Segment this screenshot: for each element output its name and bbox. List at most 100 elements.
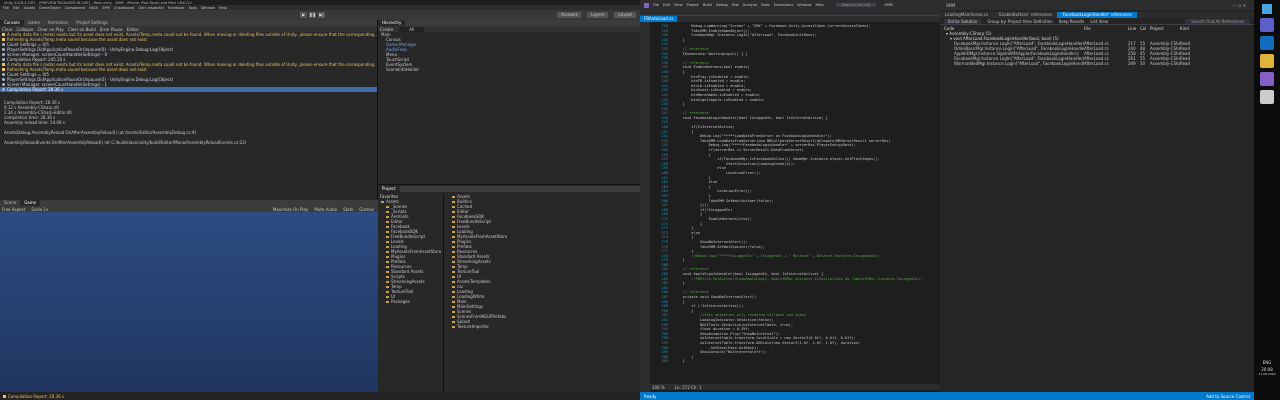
vs-menu-file[interactable]: File xyxy=(653,3,659,7)
start-icon[interactable] xyxy=(1262,4,1272,14)
column-header-col[interactable]: Col xyxy=(1140,26,1150,31)
folder-icon xyxy=(381,200,384,203)
aspect-dropdown[interactable]: Free Aspect xyxy=(2,207,25,212)
code-text: void FacebookLoginHandler(bool IsLoggedI… xyxy=(674,115,828,120)
column-header-project[interactable]: Project xyxy=(1150,26,1180,31)
unity-title: Unity 2018.4.23f1 - [PREVIEW PACKAGES IN… xyxy=(4,0,193,5)
game-view[interactable] xyxy=(0,212,378,392)
project-tree-item[interactable]: Packages xyxy=(378,299,443,304)
folder-icon xyxy=(452,200,455,203)
vs-menu-analyze[interactable]: Analyze xyxy=(743,3,757,7)
vs-menu-project[interactable]: Project xyxy=(687,3,699,7)
vs-menu-view[interactable]: View xyxy=(674,3,683,7)
hierarchy-search[interactable]: All xyxy=(399,26,425,32)
list-view-toggle[interactable]: List View xyxy=(1090,19,1108,24)
layout-dropdown[interactable]: Layout xyxy=(614,12,636,18)
language-indicator[interactable]: ENG xyxy=(1254,360,1280,365)
zoom-level[interactable]: 100 % xyxy=(652,385,665,390)
vs-menu-test[interactable]: Test xyxy=(732,3,739,7)
mail-icon[interactable] xyxy=(1260,36,1274,50)
unity-menu-window[interactable]: Window xyxy=(201,6,215,10)
column-header-file[interactable]: File xyxy=(1084,26,1128,31)
tab-game[interactable]: Game xyxy=(20,200,41,206)
refs-status-bar: Add to Source Control xyxy=(940,392,1254,400)
tab-animation[interactable]: Animation xyxy=(44,20,72,26)
unity-icon[interactable] xyxy=(1260,90,1274,104)
clear-on-build-toggle[interactable]: Clear on Build xyxy=(68,27,96,32)
column-header-kind[interactable]: Kind xyxy=(1180,26,1200,31)
unity-menu-edit[interactable]: Edit xyxy=(13,6,20,10)
code-text: IEnumerator WaitingLogin() { } xyxy=(674,51,748,56)
clear-button[interactable]: Clear xyxy=(2,27,12,32)
hierarchy-create-button[interactable]: Create xyxy=(380,27,393,32)
unity-menu-spir[interactable]: SPIR xyxy=(102,6,110,10)
vs-menu-edit[interactable]: Edit xyxy=(663,3,670,7)
unity-menu-facebook[interactable]: Facebook xyxy=(168,6,184,10)
chrome-icon[interactable] xyxy=(1260,54,1274,68)
maximize-toggle[interactable]: Maximize On Play xyxy=(273,207,309,212)
unity-menu-help[interactable]: Help xyxy=(219,6,227,10)
unity-menu-cheatboard[interactable]: Cheatboard xyxy=(114,6,134,10)
collapse-button[interactable]: Collapse xyxy=(16,27,33,32)
folder-icon xyxy=(386,240,389,243)
refs-tab[interactable]: LoadingMainScene.cs xyxy=(940,12,993,18)
column-header-code[interactable]: Code xyxy=(944,26,1084,31)
play-button[interactable]: ▶ xyxy=(300,12,307,18)
stats-toggle[interactable]: Stats xyxy=(343,207,353,212)
pause-button[interactable]: ❚❚ xyxy=(309,12,316,18)
unity-menu-component[interactable]: Component xyxy=(65,6,85,10)
source-control-button[interactable]: Add to Source Control xyxy=(1206,394,1250,399)
code-text: ShowAnimation.Play("ShowNoInternet"); xyxy=(674,331,781,336)
folder-icon xyxy=(452,265,455,268)
unity-menu-assets[interactable]: Assets xyxy=(24,6,35,10)
refs-result-row[interactable]: WormaddedMgr.Instance.Login("AfterLoad",… xyxy=(940,61,1254,66)
code-text: { xyxy=(674,184,711,189)
refs-tab[interactable]: 'EnableButtons' references xyxy=(993,12,1057,18)
unity-menu-ngui[interactable]: NGUI xyxy=(89,6,98,10)
unity-menu-gameobject[interactable]: GameObject xyxy=(39,6,61,10)
vs-menu-help[interactable]: Help xyxy=(815,3,823,7)
code-text: { xyxy=(674,235,694,240)
code-text: Debug.LogWarning("Screen" + "SMX" + Face… xyxy=(674,24,871,28)
group-by-dropdown[interactable]: Group by: Project then Definition xyxy=(987,19,1052,24)
refs-toolbar: Entire Solution Group by: Project then D… xyxy=(940,18,1254,25)
play-controls: ▶ ❚❚ ▶| xyxy=(300,12,325,18)
vs-menu-window[interactable]: Window xyxy=(797,3,811,7)
tab-console[interactable]: Console xyxy=(0,20,24,26)
unity-menu-tools[interactable]: Tools xyxy=(188,6,197,10)
error-pause-toggle[interactable]: Error Pause xyxy=(100,27,123,32)
step-button[interactable]: ▶| xyxy=(318,12,325,18)
tab-project[interactable]: Project xyxy=(378,186,400,192)
unity-menu-file[interactable]: File xyxy=(3,6,9,10)
keep-results-toggle[interactable]: Keep Results xyxy=(1059,19,1085,24)
vs-icon[interactable] xyxy=(1260,72,1274,86)
scope-dropdown[interactable]: Entire Solution xyxy=(944,18,982,24)
tab-project-settings[interactable]: Project Settings xyxy=(72,20,111,26)
unity-menu-odin-inspector[interactable]: Odin Inspector xyxy=(138,6,164,10)
editor-dropdown[interactable]: Editor xyxy=(127,27,139,32)
gizmos-dropdown[interactable]: Gizmos xyxy=(359,207,374,212)
account-dropdown[interactable]: Account xyxy=(556,12,582,18)
hierarchy-item[interactable]: SceneInfoHolder xyxy=(378,67,640,72)
console-log-entry[interactable]: Compilation Report: 28.36 s xyxy=(0,87,377,92)
vs-search-box[interactable]: Search (Ctrl+Q) xyxy=(835,3,877,7)
refs-tab[interactable]: 'FacebookLoginHandler' references xyxy=(1056,12,1137,18)
scale-slider[interactable]: Scale 1x xyxy=(31,207,48,212)
vs-menu-debug[interactable]: Debug xyxy=(716,3,728,7)
mute-toggle[interactable]: Mute Audio xyxy=(314,207,337,212)
refs-search[interactable]: Search Find All References xyxy=(1185,18,1250,24)
layers-dropdown[interactable]: Layers xyxy=(587,12,609,18)
column-header-line[interactable]: Line xyxy=(1128,26,1140,31)
folder-icon xyxy=(386,215,389,218)
clear-on-play-toggle[interactable]: Clear on Play xyxy=(37,27,63,32)
code-editor[interactable]: 228 Debug.LogWarning("Screen" + "SMX" + … xyxy=(652,24,936,386)
tab-game[interactable]: Game xyxy=(24,20,44,26)
tab-scene[interactable]: Scene xyxy=(0,200,20,206)
tab-hierarchy[interactable]: Hierarchy xyxy=(378,20,406,26)
project-file-item[interactable]: TextureImporter xyxy=(450,324,520,329)
clock-date[interactable]: 17.06.2020 xyxy=(1254,372,1280,376)
vs-menu-tools[interactable]: Tools xyxy=(761,3,770,7)
vs-menu-build[interactable]: Build xyxy=(703,3,712,7)
vs-menu-extensions[interactable]: Extensions xyxy=(774,3,794,7)
teams-icon[interactable] xyxy=(1260,18,1274,32)
